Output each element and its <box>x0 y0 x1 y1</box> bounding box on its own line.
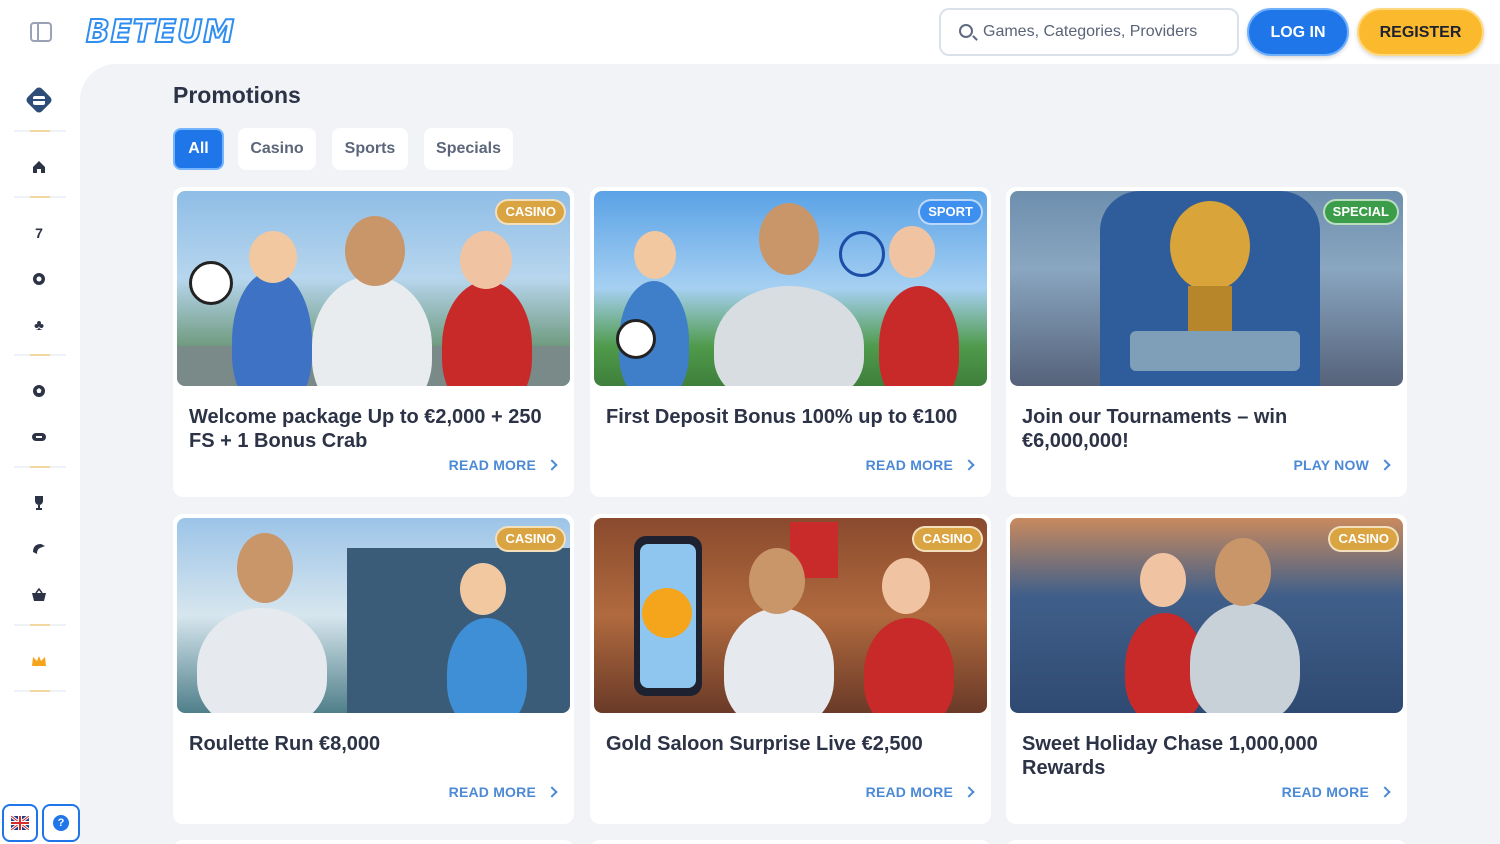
sidebar-divider <box>14 354 66 356</box>
category-badge: CASINO <box>1328 526 1399 552</box>
sidebar-divider <box>14 624 66 626</box>
sidebar-divider <box>14 130 66 132</box>
search-input[interactable] <box>983 10 1233 54</box>
language-flag-button[interactable] <box>2 804 38 842</box>
login-button[interactable]: LOG IN <box>1247 8 1349 56</box>
sidebar-toggle-icon[interactable] <box>30 22 52 42</box>
promo-card[interactable] <box>590 840 991 844</box>
category-badge: CASINO <box>495 526 566 552</box>
tab-specials[interactable]: Specials <box>424 128 513 170</box>
promo-card[interactable]: CASINO Roulette Run €8,000 READ MORE <box>173 514 574 824</box>
search-box[interactable] <box>939 8 1239 56</box>
slot-seven-icon[interactable]: 7 <box>24 218 54 248</box>
category-badge: CASINO <box>495 199 566 225</box>
category-badge: SPORT <box>918 199 983 225</box>
main-content: Promotions All Casino Sports Specials CA… <box>80 64 1500 844</box>
promo-card[interactable]: CASINO Welcome package Up to €2,000 + 25… <box>173 187 574 497</box>
chevron-right-icon <box>546 786 558 798</box>
esports-controller-icon[interactable] <box>24 422 54 452</box>
page-title: Promotions <box>173 82 301 108</box>
search-icon <box>959 24 973 38</box>
read-more-link[interactable]: READ MORE <box>448 457 558 473</box>
sidebar: 7 ♣ <box>0 64 80 844</box>
link-label: READ MORE <box>448 784 536 800</box>
link-label: READ MORE <box>448 457 536 473</box>
chevron-right-icon <box>963 459 975 471</box>
trophy-icon[interactable] <box>24 488 54 518</box>
promo-diamond-icon[interactable] <box>22 83 56 117</box>
sidebar-divider <box>14 466 66 468</box>
cards-club-icon[interactable]: ♣ <box>24 310 54 340</box>
link-label: READ MORE <box>1281 784 1369 800</box>
promo-card[interactable]: SPORT First Deposit Bonus 100% up to €10… <box>590 187 991 497</box>
promo-title: Sweet Holiday Chase 1,000,000 Rewards <box>1022 733 1318 779</box>
link-label: READ MORE <box>865 457 953 473</box>
read-more-link[interactable]: READ MORE <box>1281 784 1391 800</box>
chevron-right-icon <box>1379 459 1391 471</box>
read-more-link[interactable]: READ MORE <box>865 457 975 473</box>
chevron-right-icon <box>546 459 558 471</box>
header: BETEUM LOG IN REGISTER <box>0 0 1500 64</box>
promo-card[interactable] <box>173 840 574 844</box>
help-icon: ? <box>53 815 69 831</box>
roulette-icon[interactable] <box>24 264 54 294</box>
sidebar-divider <box>14 690 66 692</box>
help-button[interactable]: ? <box>42 804 80 842</box>
tab-sports[interactable]: Sports <box>332 128 408 170</box>
read-more-link[interactable]: READ MORE <box>865 784 975 800</box>
beteum-logo[interactable]: BETEUM <box>85 12 235 52</box>
chevron-right-icon <box>1379 786 1391 798</box>
tab-casino[interactable]: Casino <box>238 128 316 170</box>
home-icon[interactable] <box>24 152 54 182</box>
read-more-link[interactable]: READ MORE <box>448 784 558 800</box>
racing-icon[interactable] <box>24 534 54 564</box>
promo-card[interactable]: CASINO Gold Saloon Surprise Live €2,500 … <box>590 514 991 824</box>
link-label: READ MORE <box>865 784 953 800</box>
play-now-link[interactable]: PLAY NOW <box>1293 457 1391 473</box>
promo-title: Gold Saloon Surprise Live €2,500 <box>606 733 923 755</box>
promo-title: Welcome package Up to €2,000 + 250 FS + … <box>189 406 542 452</box>
promo-card[interactable]: CASINO Sweet Holiday Chase 1,000,000 Rew… <box>1006 514 1407 824</box>
category-badge: CASINO <box>912 526 983 552</box>
promo-title: Join our Tournaments – win €6,000,000! <box>1022 406 1288 452</box>
promo-title: Roulette Run €8,000 <box>189 733 381 755</box>
tab-all[interactable]: All <box>173 128 224 170</box>
register-button[interactable]: REGISTER <box>1357 8 1484 56</box>
promo-card[interactable] <box>1006 840 1407 844</box>
category-badge: SPECIAL <box>1322 199 1399 225</box>
shop-basket-icon[interactable] <box>24 580 54 610</box>
chevron-right-icon <box>963 786 975 798</box>
vip-crown-icon[interactable] <box>24 646 54 676</box>
sidebar-divider <box>14 196 66 198</box>
promo-card[interactable]: SPECIAL Join our Tournaments – win €6,00… <box>1006 187 1407 497</box>
promo-title: First Deposit Bonus 100% up to €100 <box>606 406 958 428</box>
link-label: PLAY NOW <box>1293 457 1369 473</box>
football-icon[interactable] <box>24 376 54 406</box>
uk-flag-icon <box>11 816 29 830</box>
